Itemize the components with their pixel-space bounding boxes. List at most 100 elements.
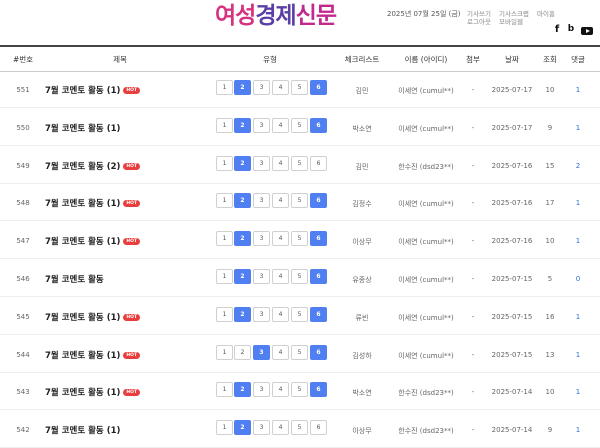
type-option-2[interactable]: 2: [234, 155, 251, 171]
type-option-6[interactable]: 6: [310, 193, 327, 209]
type-option-4[interactable]: 4: [272, 155, 289, 171]
type-option-1[interactable]: 1: [216, 193, 233, 209]
site-logo[interactable]: 여성경제신문: [215, 3, 337, 29]
comment-count[interactable]: 1: [564, 313, 592, 321]
table-row[interactable]: 545 7월 코멘토 활동 (1) HOT 1 2 3 4 5 6 류빈 이세연 (cumul**)…: [0, 297, 600, 335]
attachment-indicator: -: [471, 199, 475, 208]
comment-count[interactable]: 1: [564, 426, 592, 434]
type-option-3[interactable]: 3: [253, 306, 270, 322]
type-option-2[interactable]: 2: [234, 420, 251, 436]
type-option-2[interactable]: 2: [234, 231, 251, 247]
type-option-2[interactable]: 2: [234, 382, 251, 398]
type-option-4[interactable]: 4: [272, 382, 289, 398]
type-option-6[interactable]: 6: [310, 269, 327, 284]
type-option-5[interactable]: 5: [291, 382, 308, 398]
table-row[interactable]: 551 7월 코멘토 활동 (1) HOT 1 2 3 4 5 6 김민 이세연 (cumul**)…: [0, 70, 600, 108]
type-option-5[interactable]: 5: [291, 269, 308, 284]
comment-count[interactable]: 1: [564, 86, 592, 94]
type-option-1[interactable]: 1: [216, 231, 233, 247]
type-option-6[interactable]: 6: [310, 155, 327, 171]
type-option-4[interactable]: 4: [272, 306, 289, 322]
type-option-1[interactable]: 1: [216, 382, 233, 398]
type-option-5[interactable]: 5: [291, 306, 308, 322]
type-option-3[interactable]: 3: [253, 193, 270, 209]
type-option-3[interactable]: 3: [253, 269, 270, 284]
table-row[interactable]: 547 7월 코멘토 활동 (1) HOT 1 2 3 4 5 6 이상무 이세연 (cumul**…: [0, 221, 600, 260]
type-option-1[interactable]: 1: [216, 420, 233, 436]
type-option-6[interactable]: 6: [310, 306, 327, 322]
type-option-3[interactable]: 3: [253, 80, 270, 95]
post-title-link[interactable]: 7월 코멘토 활동 (1) HOT: [45, 386, 141, 398]
youtube-icon[interactable]: [581, 27, 593, 35]
table-row[interactable]: 543 7월 코멘토 활동 (1) HOT 1 2 3 4 5 6 박소연 한수진 (dsd23**…: [0, 372, 600, 411]
table-row[interactable]: 546 7월 코멘토 활동 1 2 3 4 5 6 유종상 이세연 (cumul**) -2025-…: [0, 259, 600, 297]
type-option-5[interactable]: 5: [291, 420, 308, 436]
facebook-icon[interactable]: f: [553, 24, 561, 35]
type-option-1[interactable]: 1: [216, 117, 233, 133]
type-option-1[interactable]: 1: [216, 344, 233, 360]
type-option-6[interactable]: 6: [310, 420, 327, 436]
comment-count[interactable]: 1: [564, 124, 592, 132]
type-option-5[interactable]: 5: [291, 193, 308, 209]
type-option-1[interactable]: 1: [216, 155, 233, 171]
table-row[interactable]: 544 7월 코멘토 활동 (1) HOT 1 2 3 4 5 6 김성하 이세연 (cumul**…: [0, 335, 600, 373]
type-option-5[interactable]: 5: [291, 80, 308, 95]
type-option-2[interactable]: 2: [234, 193, 251, 209]
post-title-link[interactable]: 7월 코멘토 활동 (1) HOT: [45, 311, 141, 323]
comment-count[interactable]: 1: [564, 199, 592, 207]
post-title-link[interactable]: 7월 코멘토 활동: [45, 273, 104, 285]
blog-icon[interactable]: b: [566, 24, 576, 34]
table-row[interactable]: 550 7월 코멘토 활동 (1) 1 2 3 4 5 6 박소연 이세연 (cumul**) -2…: [0, 108, 600, 146]
type-option-2[interactable]: 2: [234, 306, 251, 322]
table-row[interactable]: 542 7월 코멘토 활동 (1) 1 2 3 4 5 6 이상무 한수진 (dsd23**) -2…: [0, 410, 600, 448]
type-option-2[interactable]: 2: [234, 269, 251, 284]
type-option-5[interactable]: 5: [291, 117, 308, 133]
type-option-2[interactable]: 2: [234, 80, 251, 95]
type-option-6[interactable]: 6: [310, 80, 327, 95]
type-option-1[interactable]: 1: [216, 269, 233, 284]
type-option-4[interactable]: 4: [272, 117, 289, 133]
type-option-1[interactable]: 1: [216, 80, 233, 95]
type-option-4[interactable]: 4: [272, 344, 289, 360]
type-option-5[interactable]: 5: [291, 231, 308, 247]
post-title-link[interactable]: 7월 코멘토 활동 (1) HOT: [45, 197, 141, 209]
table-row[interactable]: 549 7월 코멘토 활동 (2) HOT 1 2 3 4 5 6 김민 한수진 (dsd23**)…: [0, 146, 600, 184]
type-option-6[interactable]: 6: [310, 382, 327, 398]
comment-count[interactable]: 2: [564, 162, 592, 170]
type-option-3[interactable]: 3: [253, 117, 270, 133]
post-title-link[interactable]: 7월 코멘토 활동 (1): [45, 122, 120, 134]
type-option-5[interactable]: 5: [291, 344, 308, 360]
comment-count[interactable]: 0: [564, 275, 592, 283]
type-option-3[interactable]: 3: [253, 155, 270, 171]
comment-count[interactable]: 1: [564, 237, 592, 245]
type-option-2[interactable]: 2: [234, 344, 251, 360]
post-number: 547: [16, 237, 30, 246]
type-option-3[interactable]: 3: [253, 231, 270, 247]
type-option-3[interactable]: 3: [253, 382, 270, 398]
post-title-link[interactable]: 7월 코멘토 활동 (1) HOT: [45, 349, 141, 361]
comment-count[interactable]: 1: [564, 351, 592, 359]
type-option-2[interactable]: 2: [234, 117, 251, 133]
my-home-link[interactable]: 마이홈: [537, 8, 555, 18]
type-option-4[interactable]: 4: [272, 80, 289, 95]
type-option-4[interactable]: 4: [272, 231, 289, 247]
type-option-4[interactable]: 4: [272, 193, 289, 209]
post-title-link[interactable]: 7월 코멘토 활동 (1) HOT: [45, 84, 141, 96]
type-option-5[interactable]: 5: [291, 155, 308, 171]
post-title-link[interactable]: 7월 코멘토 활동 (1): [45, 424, 120, 436]
type-option-3[interactable]: 3: [253, 420, 270, 436]
type-option-4[interactable]: 4: [272, 420, 289, 436]
type-option-3[interactable]: 3: [253, 344, 270, 360]
mobile-web-link[interactable]: 모바일웹: [499, 16, 523, 26]
hot-badge: HOT: [123, 389, 141, 397]
type-option-4[interactable]: 4: [272, 269, 289, 284]
post-title-link[interactable]: 7월 코멘토 활동 (1) HOT: [45, 235, 141, 247]
post-title-link[interactable]: 7월 코멘토 활동 (2) HOT: [45, 160, 141, 172]
type-option-6[interactable]: 6: [310, 344, 327, 360]
comment-count[interactable]: 1: [564, 388, 592, 396]
type-option-6[interactable]: 6: [310, 231, 327, 247]
type-option-1[interactable]: 1: [216, 306, 233, 322]
table-row[interactable]: 548 7월 코멘토 활동 (1) HOT 1 2 3 4 5 6 김정수 이세연 (cumul**…: [0, 183, 600, 222]
logout-link[interactable]: 로그아웃: [467, 16, 491, 26]
type-option-6[interactable]: 6: [310, 117, 327, 133]
